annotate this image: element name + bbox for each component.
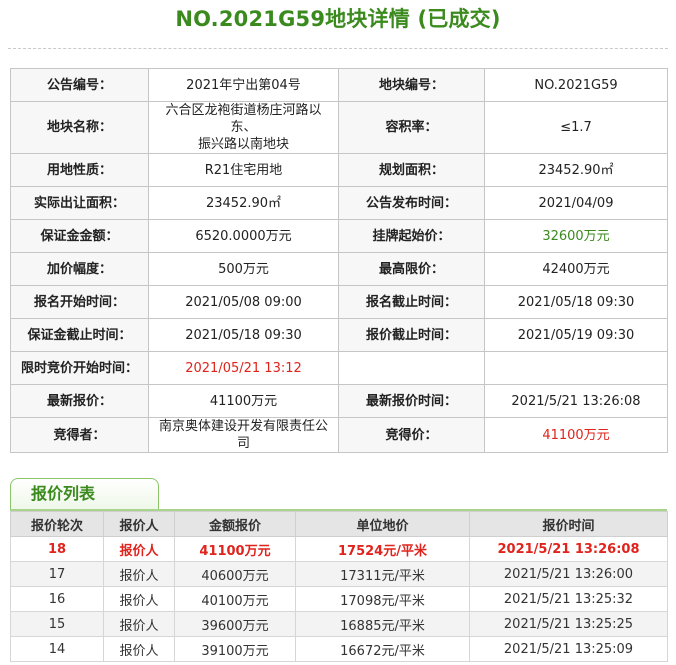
- bid-unit-price: 17311元/平米: [295, 561, 470, 587]
- bid-time: 2021/5/21 13:26:00: [469, 561, 668, 587]
- latest-bid-label: 最新报价：: [10, 384, 149, 418]
- table-row: 17 报价人 40600万元 17311元/平米 2021/5/21 13:26…: [10, 561, 668, 587]
- bid-amount: 39600万元: [174, 611, 296, 637]
- empty-cell: [338, 351, 485, 385]
- start-price-label: 挂牌起始价：: [338, 219, 485, 253]
- bid-round: 14: [10, 636, 104, 662]
- plot-info-table: 公告编号： 2021年宁出第04号 地块编号： NO.2021G59 地块名称：…: [10, 68, 668, 453]
- far-value: ≤1.7: [484, 101, 668, 154]
- col-header-unit-price: 单位地价: [295, 511, 470, 537]
- info-row: 实际出让面积： 23452.90㎡ 公告发布时间： 2021/04/09: [10, 186, 668, 220]
- bid-amount: 40100万元: [174, 586, 296, 612]
- increment-value: 500万元: [148, 252, 339, 286]
- actual-area-label: 实际出让面积：: [10, 186, 149, 220]
- bid-time: 2021/5/21 13:25:09: [469, 636, 668, 662]
- bid-list-table: 报价轮次 报价人 金额报价 单位地价 报价时间 18 报价人 41100万元 1…: [10, 511, 668, 662]
- deposit-deadline-label: 保证金截止时间：: [10, 318, 149, 352]
- bid-amount: 41100万元: [174, 536, 296, 562]
- bid-round: 15: [10, 611, 104, 637]
- reg-start-value: 2021/05/08 09:00: [148, 285, 339, 319]
- info-row: 用地性质： R21住宅用地 规划面积： 23452.90㎡: [10, 153, 668, 187]
- bid-time: 2021/5/21 13:25:32: [469, 586, 668, 612]
- title-divider: [8, 48, 668, 49]
- reg-end-value: 2021/05/18 09:30: [484, 285, 668, 319]
- table-row: 16 报价人 40100万元 17098元/平米 2021/5/21 13:25…: [10, 586, 668, 612]
- bid-amount: 39100万元: [174, 636, 296, 662]
- land-use-value: R21住宅用地: [148, 153, 339, 187]
- plot-name-line1: 六合区龙袍街道杨庄河路以东、: [165, 103, 322, 135]
- bid-bidder: 报价人: [103, 536, 175, 562]
- empty-cell: [484, 351, 668, 385]
- info-row: 最新报价： 41100万元 最新报价时间： 2021/5/21 13:26:08: [10, 384, 668, 418]
- plot-name-value: 六合区龙袍街道杨庄河路以东、 振兴路以南地块: [148, 101, 339, 154]
- deposit-deadline-value: 2021/05/18 09:30: [148, 318, 339, 352]
- bid-header-row: 报价轮次 报价人 金额报价 单位地价 报价时间: [10, 511, 668, 537]
- winner-label: 竞得者：: [10, 417, 149, 453]
- reg-end-label: 报名截止时间：: [338, 285, 485, 319]
- bid-deadline-label: 报价截止时间：: [338, 318, 485, 352]
- tab-bid-list[interactable]: 报价列表: [10, 478, 159, 510]
- page-title: NO.2021G59地块详情 (已成交): [175, 7, 501, 31]
- info-row: 地块名称： 六合区龙袍街道杨庄河路以东、 振兴路以南地块 容积率： ≤1.7: [10, 101, 668, 154]
- col-header-round: 报价轮次: [10, 511, 104, 537]
- far-label: 容积率：: [338, 101, 485, 154]
- latest-bid-time-value: 2021/5/21 13:26:08: [484, 384, 668, 418]
- bid-round: 18: [10, 536, 104, 562]
- info-row: 限时竞价开始时间： 2021/05/21 13:12: [10, 351, 668, 385]
- table-row: 14 报价人 39100万元 16672元/平米 2021/5/21 13:25…: [10, 636, 668, 662]
- deposit-value: 6520.0000万元: [148, 219, 339, 253]
- info-row: 加价幅度： 500万元 最高限价： 42400万元: [10, 252, 668, 286]
- win-price-value: 41100万元: [484, 417, 668, 453]
- bid-bidder: 报价人: [103, 636, 175, 662]
- max-price-label: 最高限价：: [338, 252, 485, 286]
- plot-name-line2: 振兴路以南地块: [197, 137, 289, 152]
- info-row: 保证金金额： 6520.0000万元 挂牌起始价： 32600万元: [10, 219, 668, 253]
- latest-bid-time-label: 最新报价时间：: [338, 384, 485, 418]
- deposit-label: 保证金金额：: [10, 219, 149, 253]
- bid-bidder: 报价人: [103, 611, 175, 637]
- table-row: 18 报价人 41100万元 17524元/平米 2021/5/21 13:26…: [10, 536, 668, 562]
- increment-label: 加价幅度：: [10, 252, 149, 286]
- bid-bidder: 报价人: [103, 586, 175, 612]
- plot-no-value: NO.2021G59: [484, 68, 668, 102]
- timed-start-value: 2021/05/21 13:12: [148, 351, 339, 385]
- bid-unit-price: 16672元/平米: [295, 636, 470, 662]
- info-row: 公告编号： 2021年宁出第04号 地块编号： NO.2021G59: [10, 68, 668, 102]
- col-header-bid-time: 报价时间: [469, 511, 668, 537]
- bid-time: 2021/5/21 13:25:25: [469, 611, 668, 637]
- info-row: 保证金截止时间： 2021/05/18 09:30 报价截止时间： 2021/0…: [10, 318, 668, 352]
- plot-name-label: 地块名称：: [10, 101, 149, 154]
- max-price-value: 42400万元: [484, 252, 668, 286]
- publish-time-label: 公告发布时间：: [338, 186, 485, 220]
- info-row: 报名开始时间： 2021/05/08 09:00 报名截止时间： 2021/05…: [10, 285, 668, 319]
- bid-deadline-value: 2021/05/19 09:30: [484, 318, 668, 352]
- col-header-bidder: 报价人: [103, 511, 175, 537]
- latest-bid-value: 41100万元: [148, 384, 339, 418]
- bid-amount: 40600万元: [174, 561, 296, 587]
- bid-time: 2021/5/21 13:26:08: [469, 536, 668, 562]
- bid-bidder: 报价人: [103, 561, 175, 587]
- winner-value: 南京奥体建设开发有限责任公司: [148, 417, 339, 453]
- land-use-label: 用地性质：: [10, 153, 149, 187]
- bid-round: 17: [10, 561, 104, 587]
- announcement-no-label: 公告编号：: [10, 68, 149, 102]
- col-header-amount: 金额报价: [174, 511, 296, 537]
- planned-area-value: 23452.90㎡: [484, 153, 668, 187]
- table-row: 15 报价人 39600万元 16885元/平米 2021/5/21 13:25…: [10, 611, 668, 637]
- timed-start-label: 限时竞价开始时间：: [10, 351, 149, 385]
- bid-unit-price: 17524元/平米: [295, 536, 470, 562]
- planned-area-label: 规划面积：: [338, 153, 485, 187]
- actual-area-value: 23452.90㎡: [148, 186, 339, 220]
- announcement-no-value: 2021年宁出第04号: [148, 68, 339, 102]
- bid-unit-price: 17098元/平米: [295, 586, 470, 612]
- win-price-label: 竞得价：: [338, 417, 485, 453]
- bid-unit-price: 16885元/平米: [295, 611, 470, 637]
- start-price-value: 32600万元: [484, 219, 668, 253]
- publish-time-value: 2021/04/09: [484, 186, 668, 220]
- bid-round: 16: [10, 586, 104, 612]
- info-row: 竞得者： 南京奥体建设开发有限责任公司 竞得价： 41100万元: [10, 417, 668, 453]
- reg-start-label: 报名开始时间：: [10, 285, 149, 319]
- plot-no-label: 地块编号：: [338, 68, 485, 102]
